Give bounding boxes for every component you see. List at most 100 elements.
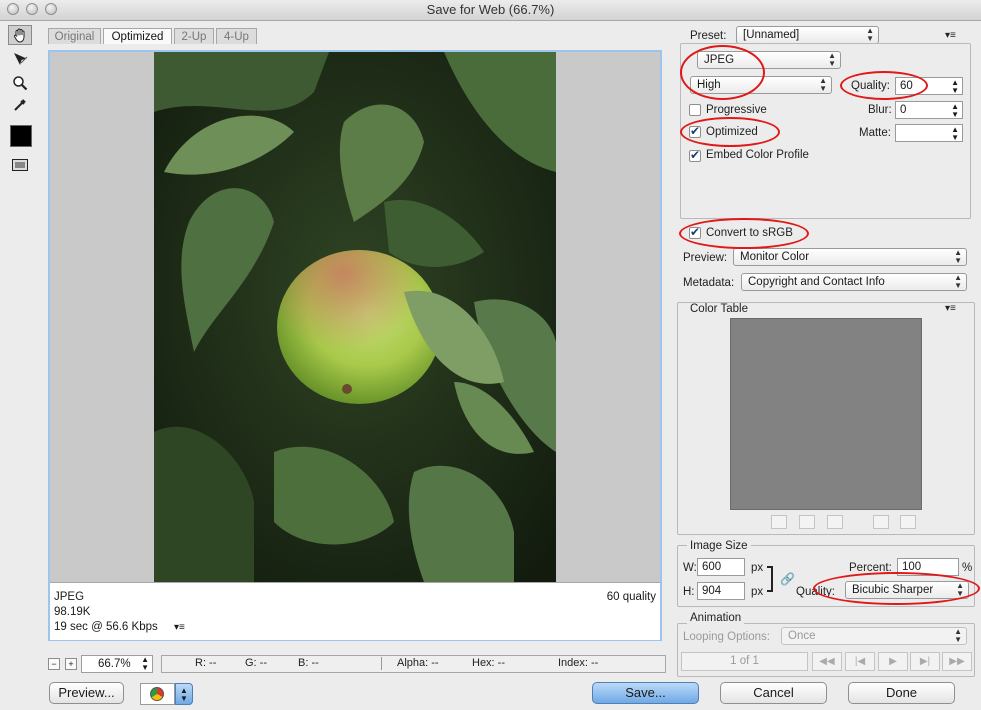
preview-button[interactable]: Preview...	[49, 682, 124, 704]
status-divider	[381, 657, 382, 670]
chevron-updown-icon: ▲ ▼	[954, 273, 962, 290]
eyedropper-color-swatch[interactable]	[10, 125, 32, 147]
preview-label: Preview:	[683, 252, 728, 264]
matte-label: Matte:	[859, 127, 891, 139]
resample-quality-select[interactable]: Bicubic Sharper ▲ ▼	[845, 581, 969, 599]
looping-value: Once	[788, 630, 816, 642]
hex-readout: Hex: --	[472, 657, 505, 669]
file-format-select[interactable]: JPEG ▲ ▼	[697, 51, 841, 69]
height-label: H:	[683, 586, 695, 598]
next-frame-icon[interactable]: ▶|	[910, 652, 940, 671]
percent-value: 100	[902, 561, 922, 573]
animation-title: Animation	[687, 612, 745, 624]
resample-quality-value: Bicubic Sharper	[852, 584, 934, 596]
info-file-size: 98.19K	[54, 606, 91, 618]
save-button[interactable]: Save...	[592, 682, 699, 704]
info-quality: 60 quality	[606, 591, 656, 603]
web-shift-icon[interactable]	[799, 515, 815, 529]
percent-field[interactable]: 100	[897, 558, 959, 576]
embed-profile-checkbox[interactable]	[689, 148, 701, 162]
trash-icon[interactable]	[900, 515, 916, 529]
zoom-stepper-icon[interactable]: ▲ ▼	[141, 656, 149, 672]
optimize-menu-icon[interactable]: ▾≡	[945, 30, 956, 41]
tab-original[interactable]: Original	[48, 28, 101, 44]
apple-photo[interactable]	[154, 52, 556, 582]
percent-unit: %	[962, 562, 973, 574]
quality-value: 60	[900, 80, 913, 92]
browser-icon	[150, 687, 164, 701]
preview-select[interactable]: Monitor Color ▲ ▼	[733, 248, 967, 266]
done-button[interactable]: Done	[848, 682, 955, 704]
progressive-checkbox[interactable]	[689, 104, 701, 116]
index-readout: Index: --	[558, 657, 599, 669]
link-icon[interactable]: 🔗	[780, 572, 795, 586]
width-value: 600	[702, 561, 722, 573]
cancel-button[interactable]: Cancel	[720, 682, 827, 704]
last-frame-icon[interactable]: ▶▶	[942, 652, 972, 671]
metadata-label: Metadata:	[683, 277, 735, 289]
play-icon[interactable]: ▶	[878, 652, 908, 671]
height-field[interactable]: 904	[697, 582, 745, 600]
compression-value: High	[697, 79, 721, 91]
stepper-icon[interactable]: ▲ ▼	[951, 103, 959, 119]
alpha-readout: Alpha: --	[397, 657, 439, 669]
eyedropper-tool-icon[interactable]	[8, 95, 32, 115]
new-color-icon[interactable]	[873, 515, 889, 529]
title-bar: Save for Web (66.7%)	[0, 0, 981, 21]
preset-label: Preset:	[690, 30, 727, 42]
browser-select-arrows-icon[interactable]: ▲ ▼	[175, 683, 193, 705]
progressive-label: Progressive	[706, 104, 767, 116]
compression-select[interactable]: High ▲ ▼	[690, 76, 832, 94]
previous-frame-icon[interactable]: |◀	[845, 652, 875, 671]
looping-select[interactable]: Once ▲ ▼	[781, 627, 967, 645]
browser-preview-select[interactable]	[140, 683, 175, 705]
blur-label: Blur:	[868, 104, 892, 116]
constrain-bracket	[767, 566, 773, 592]
preset-value: [Unnamed]	[743, 29, 800, 41]
resample-quality-label: Quality:	[796, 586, 835, 598]
stepper-icon[interactable]: ▲ ▼	[951, 79, 959, 95]
width-field[interactable]: 600	[697, 558, 745, 576]
quality-label: Quality:	[851, 80, 890, 92]
quality-field[interactable]: 60 ▲ ▼	[895, 77, 963, 95]
window-title: Save for Web (66.7%)	[426, 2, 555, 17]
zoom-tool-icon[interactable]	[8, 73, 32, 93]
chevron-updown-icon: ▲ ▼	[828, 51, 836, 68]
zoom-out-button[interactable]: −	[48, 658, 60, 670]
toggle-slices-icon[interactable]	[8, 155, 32, 175]
blue-readout: B: --	[298, 657, 319, 669]
lock-color-icon[interactable]	[827, 515, 843, 529]
metadata-select[interactable]: Copyright and Contact Info ▲ ▼	[741, 273, 967, 291]
slice-select-tool-icon[interactable]	[8, 49, 32, 69]
info-download-time: 19 sec @ 56.6 Kbps	[54, 621, 158, 633]
tab-optimized[interactable]: Optimized	[103, 28, 172, 44]
frame-counter: 1 of 1	[681, 652, 808, 671]
preview-value: Monitor Color	[740, 251, 810, 263]
convert-srgb-label: Convert to sRGB	[706, 227, 793, 239]
tool-palette	[6, 25, 34, 185]
info-menu-icon[interactable]: ▾≡	[174, 622, 185, 633]
zoom-in-button[interactable]: +	[65, 658, 77, 670]
color-table-swatches[interactable]	[730, 318, 922, 510]
looping-label: Looping Options:	[683, 631, 770, 643]
preset-select[interactable]: [Unnamed] ▲ ▼	[736, 26, 879, 44]
percent-label: Percent:	[849, 562, 892, 574]
info-format: JPEG	[54, 591, 85, 603]
blur-field[interactable]: 0 ▲ ▼	[895, 101, 963, 119]
hand-tool-icon[interactable]	[8, 25, 32, 45]
zoom-level-field[interactable]: 66.7% ▲ ▼	[81, 655, 153, 673]
height-unit: px	[751, 586, 764, 598]
color-table-menu-icon[interactable]: ▾≡	[945, 303, 956, 314]
width-unit: px	[751, 562, 764, 574]
tab-2-up[interactable]: 2-Up	[174, 28, 214, 44]
convert-srgb-checkbox[interactable]	[689, 225, 701, 239]
matte-select[interactable]: ▲ ▼	[895, 124, 963, 142]
first-frame-icon[interactable]: ◀◀	[812, 652, 842, 671]
optimized-checkbox[interactable]	[689, 124, 701, 138]
file-format-value: JPEG	[704, 54, 735, 66]
tab-4-up[interactable]: 4-Up	[216, 28, 257, 44]
chevron-updown-icon: ▲ ▼	[819, 76, 827, 93]
chevron-updown-icon: ▲ ▼	[951, 125, 959, 142]
map-transparent-icon[interactable]	[771, 515, 787, 529]
height-value: 904	[702, 585, 722, 597]
